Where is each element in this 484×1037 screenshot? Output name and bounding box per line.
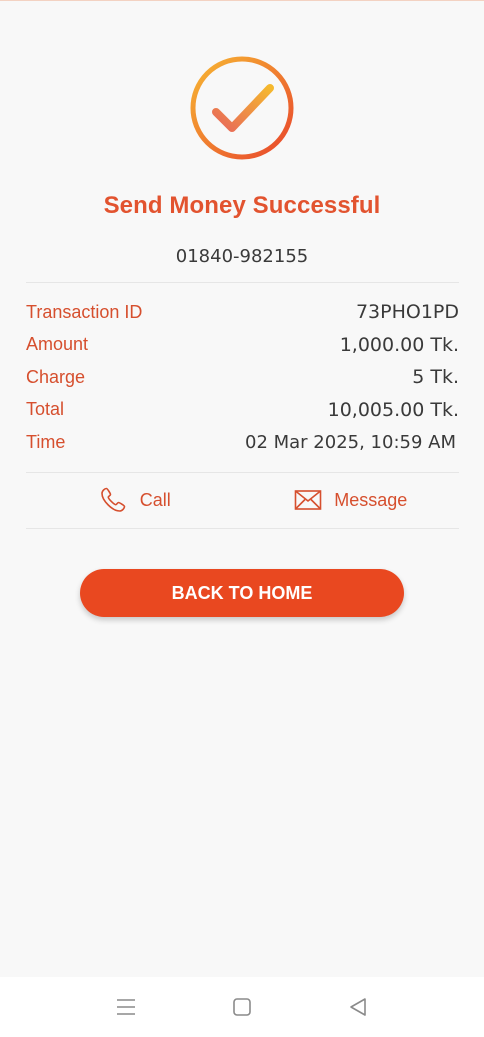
- success-title: Send Money Successful: [103, 192, 381, 219]
- detail-label: Amount: [26, 334, 89, 355]
- menu-icon[interactable]: [114, 995, 138, 1019]
- envelope-icon: [294, 490, 322, 510]
- top-divider: [0, 0, 484, 1]
- message-label: Message: [334, 489, 408, 510]
- call-label: Call: [139, 489, 171, 510]
- divider: [26, 528, 459, 529]
- back-triangle-icon[interactable]: [346, 995, 370, 1019]
- transaction-success-screen: Send Money Successful 01840-982155 Trans…: [0, 0, 484, 1037]
- detail-label: Time: [26, 431, 66, 452]
- back-to-home-button[interactable]: BACK TO HOME: [80, 569, 404, 617]
- divider: [26, 282, 459, 283]
- detail-value: 10,005.00 Tk.: [327, 398, 459, 421]
- detail-row-time: Time 02 Mar 2025, 10:59 AM: [26, 426, 460, 459]
- detail-label: Transaction ID: [26, 301, 143, 322]
- system-nav-bar: [0, 977, 484, 1037]
- detail-label: Charge: [26, 366, 86, 387]
- detail-value: 73PHO1PD: [355, 301, 459, 324]
- detail-label: Total: [26, 399, 65, 420]
- detail-value: 5 Tk.: [412, 366, 459, 389]
- detail-value: 1,000.00 Tk.: [339, 333, 459, 356]
- message-button[interactable]: Message: [243, 472, 460, 528]
- checkmark-circle-icon: [190, 56, 294, 160]
- recipient-number: 01840-982155: [175, 246, 309, 267]
- transaction-details: Transaction ID 73PHO1PD Amount 1,000.00 …: [26, 296, 460, 459]
- detail-row-transaction-id: Transaction ID 73PHO1PD: [26, 296, 460, 329]
- phone-icon: [100, 487, 126, 512]
- contact-actions: Call Message: [26, 472, 459, 528]
- detail-row-total: Total 10,005.00 Tk.: [26, 394, 460, 427]
- detail-row-amount: Amount 1,000.00 Tk.: [26, 329, 460, 362]
- call-button[interactable]: Call: [26, 472, 243, 528]
- home-square-icon[interactable]: [230, 995, 254, 1019]
- detail-value: 02 Mar 2025, 10:59 AM: [245, 431, 456, 453]
- detail-row-charge: Charge 5 Tk.: [26, 361, 460, 394]
